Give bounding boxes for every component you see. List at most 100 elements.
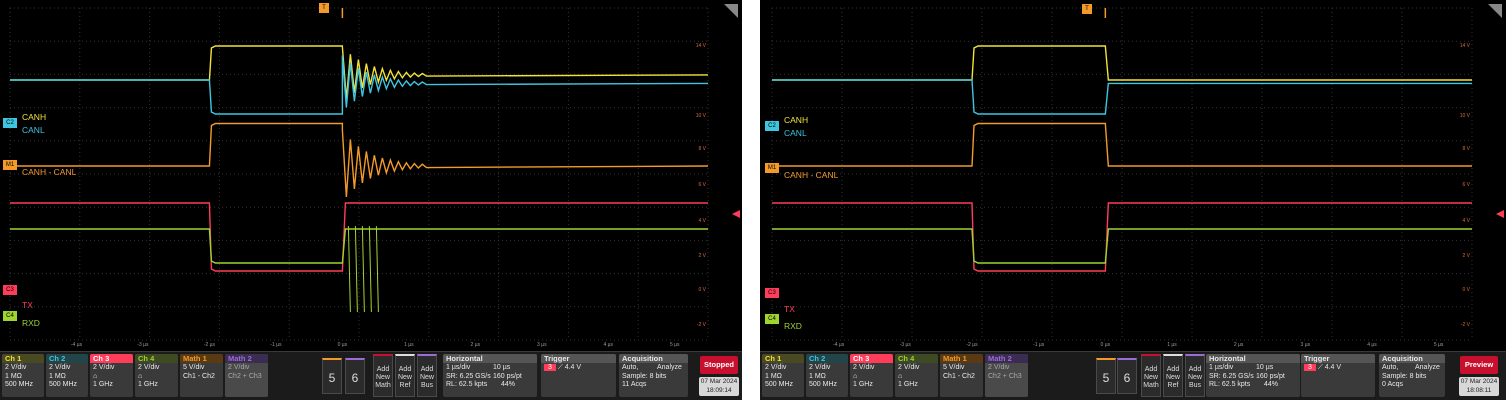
grid (771, 7, 1473, 341)
y-tick-label: 10 V (696, 113, 707, 119)
rxd-glitch-burst (347, 225, 379, 313)
run-stop-status[interactable]: Stopped (700, 356, 738, 374)
ch3-badge[interactable]: Ch 3 2 V/div ⌂ 1 GHz (850, 354, 893, 397)
label-tx: TX (22, 300, 33, 310)
channel-6-button[interactable]: 6 (345, 358, 365, 394)
ch1-scale: 2 V/div (5, 364, 27, 371)
y-tick-label: 0 V (698, 287, 706, 293)
grid (9, 7, 709, 341)
trigger-title: Trigger (541, 354, 616, 363)
math1-badge[interactable]: Math 1 5 V/div Ch1 - Ch2 (940, 354, 983, 397)
add-new-math-button[interactable]: Add New Math (373, 354, 393, 397)
y-tick-label: 8 V (698, 146, 706, 152)
math1-badge[interactable]: Math 1 5 V/div Ch1 - Ch2 (180, 354, 223, 397)
y-tick-label: 6 V (1462, 182, 1470, 188)
channel-tag-c3[interactable]: C3 (3, 285, 17, 295)
acquisition-badge[interactable]: Acquisition Auto, Analyze Sample: 8 bits … (1379, 354, 1445, 397)
math1-scale: 5 V/div (943, 364, 965, 371)
trace-rxd (10, 228, 708, 264)
channel-tag-c4[interactable]: C4 (765, 314, 779, 324)
ch3-title: Ch 3 (90, 354, 133, 363)
acquisition-badge[interactable]: Acquisition Auto, Analyze Sample: 8 bits … (619, 354, 688, 397)
math2-badge[interactable]: Math 2 2 V/div Ch2 + Ch3 (225, 354, 268, 397)
x-tick-label: 4 µs (604, 342, 614, 348)
channel-tag-c3[interactable]: C3 (765, 288, 779, 298)
ch4-badge[interactable]: Ch 4 2 V/div ⌂ 1 GHz (895, 354, 938, 397)
add-new-bus-button[interactable]: Add New Bus (417, 354, 437, 397)
trigger-badge[interactable]: Trigger 3 ⟋ 4.4 V (541, 354, 616, 397)
rxd-glitch (354, 225, 358, 313)
horizontal-title: Horizontal (443, 354, 537, 363)
math1-title: Math 1 (940, 354, 983, 363)
acquisition-title: Acquisition (619, 354, 688, 363)
horizontal-window: 10 µs (1256, 364, 1274, 371)
add-new-ref-button[interactable]: Add New Ref (395, 354, 415, 397)
channel-6-button[interactable]: 6 (1117, 358, 1137, 394)
channel-5-button[interactable]: 5 (322, 358, 342, 394)
trigger-source: 3 (1304, 364, 1316, 371)
x-tick-label: 0 µs (1101, 342, 1111, 348)
ch3-badge[interactable]: Ch 3 2 V/div ⌂ 1 GHz (90, 354, 133, 397)
ch1-impedance: 1 MΩ (5, 372, 22, 380)
ch1-badge[interactable]: Ch 1 2 V/div 1 MΩ 500 MHz (762, 354, 804, 397)
y-tick-label: -2 V (697, 322, 707, 328)
label-canl: CANL (22, 125, 45, 135)
x-tick-label: 2 µs (1234, 342, 1244, 348)
acq-analyze: Analyze (657, 364, 682, 371)
add-new-bus-button[interactable]: Add New Bus (1185, 354, 1205, 397)
acq-analyze: Analyze (1415, 364, 1440, 371)
probe-icon: ⌂ (93, 372, 98, 380)
math2-scale: 2 V/div (228, 364, 250, 371)
corner-fold-icon[interactable] (724, 4, 738, 18)
time-per-point: 160 ps/pt (1256, 372, 1285, 380)
math2-title: Math 2 (225, 354, 268, 363)
math2-badge[interactable]: Math 2 2 V/div Ch2 + Ch3 (985, 354, 1028, 397)
trigger-position-tag[interactable]: T (1082, 4, 1092, 14)
horizontal-window: 10 µs (493, 364, 511, 371)
ch4-badge[interactable]: Ch 4 2 V/div ⌂ 1 GHz (135, 354, 178, 397)
date: 07 Mar 2024 (700, 378, 738, 385)
ch2-badge[interactable]: Ch 2 2 V/div 1 MΩ 500 MHz (46, 354, 88, 397)
y-tick-label: 4 V (698, 218, 706, 224)
run-stop-status[interactable]: Preview (1460, 356, 1498, 374)
horizontal-badge[interactable]: Horizontal 1 µs/div 10 µs SR: 6.25 GS/s 16… (443, 354, 537, 397)
probe-icon: ⌂ (898, 372, 903, 380)
ch1-scale: 2 V/div (765, 364, 787, 371)
acq-count: 0 Acqs (1382, 381, 1404, 388)
channel-tag-m1[interactable]: M1 (765, 163, 779, 173)
corner-fold-icon[interactable] (1488, 4, 1502, 18)
ch4-scale: 2 V/div (138, 364, 160, 371)
trace-rxd (772, 228, 1472, 264)
ch2-impedance: 1 MΩ (49, 372, 66, 380)
time: 18:09:14 (706, 386, 732, 394)
horizontal-badge[interactable]: Horizontal 1 µs/div 10 µs SR: 6.25 GS/s 16… (1206, 354, 1300, 397)
trigger-badge[interactable]: Trigger 3 ⟋ 4.4 V (1301, 354, 1375, 397)
ch1-title: Ch 1 (762, 354, 804, 363)
trigger-level-arrow-icon[interactable] (732, 210, 740, 218)
label-rxd: RXD (784, 321, 802, 331)
channel-tag-m1[interactable]: M1 (3, 160, 17, 170)
channel-tag-c2[interactable]: C2 (3, 118, 17, 128)
ch1-bandwidth: 500 MHz (5, 381, 34, 388)
trigger-position-tag[interactable]: T (319, 3, 329, 13)
x-tick-label: 5 µs (670, 342, 680, 348)
ch3-bandwidth: 1 GHz (93, 381, 113, 388)
ch1-badge[interactable]: Ch 1 2 V/div 1 MΩ 500 MHz (2, 354, 44, 397)
label-diff: CANH - CANL (784, 170, 839, 180)
ch2-badge[interactable]: Ch 2 2 V/div 1 MΩ 500 MHz (806, 354, 848, 397)
channel-tag-c4[interactable]: C4 (3, 311, 17, 321)
waveform-plot-left: -4 µs -3 µs -2 µs -1 µs 0 µs 1 µs 2 µs 3 µs 4 µs… (9, 4, 740, 348)
trigger-level: 4.4 V (1324, 364, 1342, 371)
add-new-math-button[interactable]: Add New Math (1141, 354, 1161, 397)
add-new-ref-button[interactable]: Add New Ref (1163, 354, 1183, 397)
channel-tag-c2[interactable]: C2 (765, 121, 779, 131)
trigger-level-arrow-icon[interactable] (1496, 210, 1504, 218)
y-tick-label: 0 V (1462, 287, 1470, 293)
ch2-impedance: 1 MΩ (809, 372, 826, 380)
math2-scale: 2 V/div (988, 364, 1010, 371)
ch2-title: Ch 2 (806, 354, 848, 363)
channel-5-button[interactable]: 5 (1096, 358, 1116, 394)
probe-icon: ⌂ (853, 372, 858, 380)
x-tick-label: 1 µs (404, 342, 414, 348)
time-per-point: 160 ps/pt (493, 372, 522, 380)
